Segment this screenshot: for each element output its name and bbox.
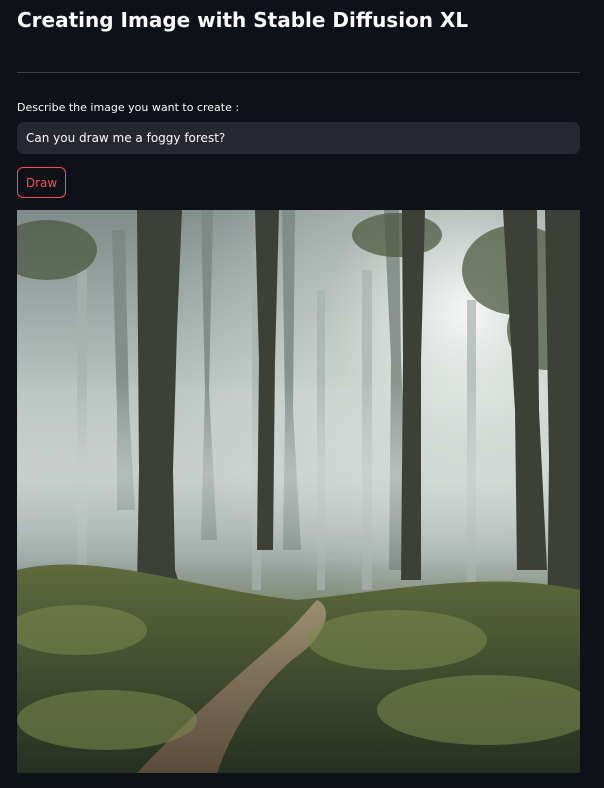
foggy-forest-image xyxy=(17,210,580,773)
prompt-input[interactable] xyxy=(17,122,580,154)
page-title: Creating Image with Stable Diffusion XL xyxy=(17,8,469,32)
title-divider xyxy=(17,72,580,73)
draw-button[interactable]: Draw xyxy=(17,167,66,198)
prompt-label: Describe the image you want to create : xyxy=(17,101,240,114)
generated-image xyxy=(17,210,580,773)
